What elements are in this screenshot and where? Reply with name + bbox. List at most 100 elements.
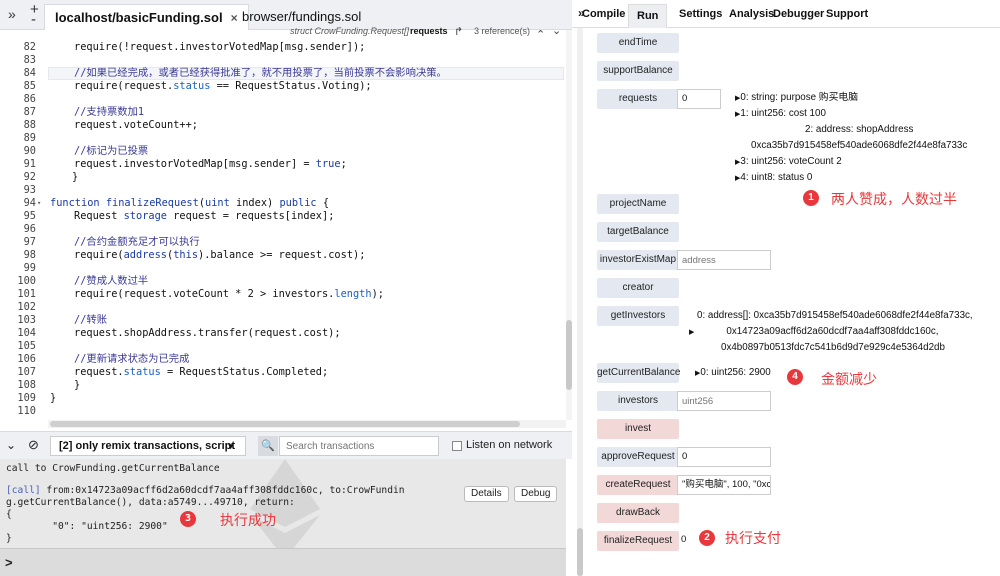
line-number[interactable]: 103 [0, 314, 36, 327]
code-line[interactable]: //标记为已投票 [74, 145, 148, 158]
search-transactions-input[interactable] [279, 436, 439, 456]
annotation-text: 执行成功 [220, 513, 276, 529]
line-number[interactable]: 101 [0, 288, 36, 301]
finalizerequest-input[interactable]: 0 [677, 531, 697, 551]
tab-debugger[interactable]: Debugger [773, 8, 824, 20]
line-number[interactable]: 95 [0, 210, 36, 223]
code-line[interactable]: require(address(this).balance >= request… [74, 249, 365, 262]
code-line[interactable]: } [50, 392, 56, 405]
line-number[interactable]: 99 [0, 262, 36, 275]
line-number[interactable]: 86 [0, 93, 36, 106]
debug-button[interactable]: Debug [514, 486, 558, 502]
terminal-input[interactable]: > [0, 548, 566, 576]
line-number[interactable]: 85 [0, 80, 36, 93]
requests-input[interactable]: 0 [677, 89, 721, 109]
line-number[interactable]: 88 [0, 119, 36, 132]
line-number[interactable]: 105 [0, 340, 36, 353]
line-number[interactable]: 110 [0, 405, 36, 418]
right-panel-scrollbar[interactable] [577, 28, 583, 576]
code-line[interactable]: //合约金额充足才可以执行 [74, 236, 200, 249]
line-number[interactable]: 87 [0, 106, 36, 119]
investors-input[interactable] [677, 391, 771, 411]
line-number[interactable]: 93 [0, 184, 36, 197]
collapse-terminal-icon[interactable]: ⌄ [6, 438, 16, 452]
clear-console-icon[interactable]: ⊘ [28, 437, 39, 453]
tab-run[interactable]: Run [628, 4, 668, 28]
code-line[interactable]: require(!request.investorVotedMap[msg.se… [74, 41, 365, 54]
line-number[interactable]: 96 [0, 223, 36, 236]
targetbalance-button[interactable]: targetBalance [597, 222, 679, 242]
tab-analysis[interactable]: Analysis [729, 8, 774, 20]
line-number[interactable]: 100 [0, 275, 36, 288]
line-number[interactable]: 89 [0, 132, 36, 145]
creator-button[interactable]: creator [597, 278, 679, 298]
code-editor[interactable]: 82 require(!request.investorVotedMap[msg.… [0, 39, 566, 417]
tab-basicfunding[interactable]: localhost/basicFunding.sol × [44, 4, 249, 30]
approverequest-button[interactable]: approveRequest [597, 447, 679, 467]
createrequest-button[interactable]: createRequest [597, 475, 679, 495]
getinvestors-button[interactable]: getInvestors [597, 306, 679, 326]
getcurrentbalance-button[interactable]: getCurrentBalance [597, 363, 680, 383]
code-line[interactable]: //赞成人数过半 [74, 275, 148, 288]
createrequest-input[interactable]: "购买电脑", 100, "0xca [677, 475, 771, 495]
code-line[interactable]: Request storage request = requests[index… [74, 210, 334, 223]
line-number[interactable]: 90 [0, 145, 36, 158]
call-detail-cont: g.getCurrentBalance(), data:a5749...4971… [6, 497, 295, 508]
tab-compile[interactable]: Compile [582, 8, 625, 20]
details-button[interactable]: Details [464, 486, 509, 502]
code-line[interactable]: //更新请求状态为已完成 [74, 353, 189, 366]
line-number[interactable]: 98 [0, 249, 36, 262]
next-reference-icon[interactable]: ⌄ [552, 24, 561, 37]
line-number[interactable]: 83 [0, 54, 36, 67]
line-number[interactable]: 102 [0, 301, 36, 314]
code-line[interactable]: request.shopAddress.transfer(request.cos… [74, 327, 341, 340]
code-line[interactable]: require(request.voteCount * 2 > investor… [74, 288, 384, 301]
listen-on-network-checkbox[interactable] [452, 441, 462, 451]
transaction-filter-select[interactable]: [2] only remix transactions, script ▾ [50, 436, 246, 456]
requests-button[interactable]: requests [597, 89, 679, 109]
line-number[interactable]: 82 [0, 41, 36, 54]
tab-support[interactable]: Support [826, 8, 868, 20]
code-line[interactable]: //转账 [74, 314, 107, 327]
line-number[interactable]: 109 [0, 392, 36, 405]
code-line[interactable]: request.voteCount++; [74, 119, 198, 132]
line-number[interactable]: 94 [0, 197, 36, 210]
code-line[interactable]: //如果已经完成，或者已经获得批准了，就不用投票了，当前投票不会影响决策。 [74, 67, 447, 80]
code-line[interactable]: function finalizeRequest(uint index) pub… [50, 197, 329, 210]
annotation-badge: 4 [787, 369, 803, 385]
code-line[interactable]: } [72, 171, 78, 184]
line-number[interactable]: 108 [0, 379, 36, 392]
search-icon: 🔍 [258, 436, 278, 456]
line-number[interactable]: 104 [0, 327, 36, 340]
fold-marker-icon[interactable]: ▾ [37, 199, 41, 207]
investorexistmap-button[interactable]: investorExistMap [597, 250, 679, 270]
expand-triangle-icon[interactable]: ▶ [689, 329, 694, 336]
line-number[interactable]: 107 [0, 366, 36, 379]
code-line[interactable]: request.investorVotedMap[msg.sender] = t… [74, 158, 347, 171]
go-to-definition-icon[interactable]: ↱ [454, 25, 463, 38]
tab-settings[interactable]: Settings [679, 8, 722, 20]
code-line[interactable]: request.status = RequestStatus.Completed… [74, 366, 328, 379]
invest-button[interactable]: invest [597, 419, 679, 439]
finalizerequest-button[interactable]: finalizeRequest [597, 531, 679, 551]
approverequest-input[interactable]: 0 [677, 447, 771, 467]
line-number[interactable]: 92 [0, 171, 36, 184]
investors-button[interactable]: investors [597, 391, 679, 411]
line-number[interactable]: 84 [0, 67, 36, 80]
drawback-button[interactable]: drawBack [597, 503, 679, 523]
right-panel-tabs: » Compile Run Settings Analysis Debugger… [572, 0, 1000, 28]
code-line[interactable]: //支持票数加1 [74, 106, 144, 119]
supportbalance-button[interactable]: supportBalance [597, 61, 679, 81]
code-line[interactable]: require(request.status == RequestStatus.… [74, 80, 372, 93]
editor-horizontal-scrollbar[interactable] [48, 420, 566, 428]
projectname-button[interactable]: projectName [597, 194, 679, 214]
editor-scrollbar[interactable] [566, 30, 572, 420]
toggle-file-explorer-icon[interactable]: » [8, 6, 16, 22]
line-number[interactable]: 106 [0, 353, 36, 366]
investorexistmap-input[interactable] [677, 250, 771, 270]
line-number[interactable]: 91 [0, 158, 36, 171]
code-line[interactable]: } [74, 379, 80, 392]
endtime-button[interactable]: endTime [597, 33, 679, 53]
line-number[interactable]: 97 [0, 236, 36, 249]
zoom-out-icon[interactable]: - [31, 11, 36, 28]
